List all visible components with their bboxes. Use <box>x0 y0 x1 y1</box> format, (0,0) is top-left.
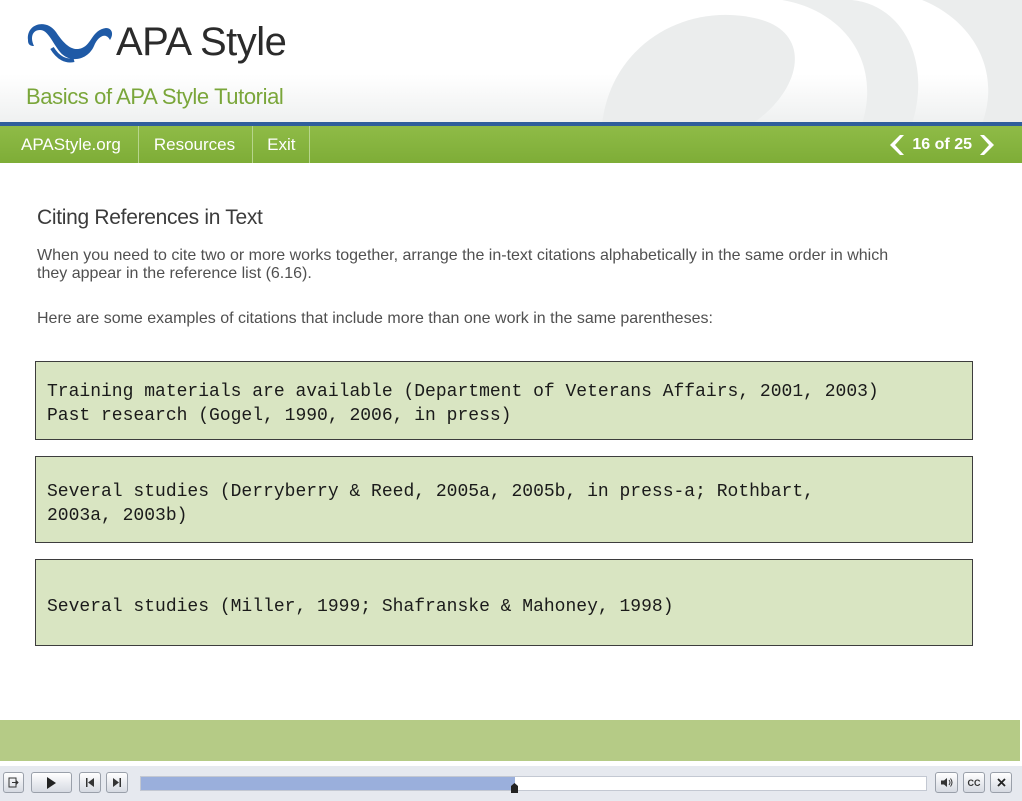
play-button[interactable] <box>31 772 72 793</box>
progress-thumb-icon[interactable] <box>511 783 519 793</box>
close-button[interactable] <box>990 772 1012 793</box>
citation-example-box: Several studies (Miller, 1999; Shafransk… <box>35 559 973 646</box>
exit-player-button[interactable] <box>3 772 24 793</box>
citation-example-box: Several studies (Derryberry & Reed, 2005… <box>35 456 973 543</box>
background-swirl-graphic <box>602 0 1022 124</box>
examples-intro-paragraph: Here are some examples of citations that… <box>37 310 713 327</box>
page-title: Citing References in Text <box>37 206 263 229</box>
skip-back-icon <box>86 778 94 787</box>
nav-apastyle-link[interactable]: APAStyle.org <box>0 126 139 163</box>
citation-line: Several studies (Derryberry & Reed, 2005… <box>47 482 814 502</box>
player-controls: CC <box>0 766 1022 801</box>
previous-slide-icon[interactable] <box>886 134 906 156</box>
header: APA Style Basics of APA Style Tutorial <box>0 0 1022 124</box>
progress-fill <box>141 777 515 790</box>
tutorial-subtitle: Basics of APA Style Tutorial <box>26 84 284 109</box>
skip-forward-icon <box>113 778 121 787</box>
apa-logo: APA Style <box>22 18 287 66</box>
next-button[interactable] <box>106 772 128 793</box>
slide-counter: 16 of 25 <box>912 135 972 153</box>
citation-line: Several studies (Miller, 1999; Shafransk… <box>47 597 674 617</box>
close-icon <box>996 778 1006 787</box>
intro-paragraph: When you need to cite two or more works … <box>37 247 889 282</box>
next-slide-icon[interactable] <box>978 134 998 156</box>
play-icon <box>47 776 56 789</box>
cc-icon: CC <box>967 777 981 788</box>
nav-bar: APAStyle.org Resources Exit 16 of 25 <box>0 126 1022 163</box>
volume-icon <box>941 778 953 787</box>
previous-button[interactable] <box>79 772 101 793</box>
citation-line: 2003a, 2003b) <box>47 506 188 526</box>
progress-track[interactable] <box>140 776 927 791</box>
exit-icon <box>8 777 19 788</box>
volume-button[interactable] <box>935 772 958 793</box>
logo-text: APA Style <box>116 20 287 64</box>
citation-line: Training materials are available (Depart… <box>47 382 879 402</box>
nav-resources-link[interactable]: Resources <box>139 126 254 163</box>
apa-swirl-logo-icon <box>27 24 113 63</box>
closed-captions-button[interactable]: CC <box>963 772 985 793</box>
citation-line: Past research (Gogel, 1990, 2006, in pre… <box>47 406 512 426</box>
citation-example-box: Training materials are available (Depart… <box>35 361 973 440</box>
footer-band <box>0 720 1020 761</box>
slide-pager: 16 of 25 <box>886 126 998 163</box>
nav-exit-link[interactable]: Exit <box>253 126 311 163</box>
